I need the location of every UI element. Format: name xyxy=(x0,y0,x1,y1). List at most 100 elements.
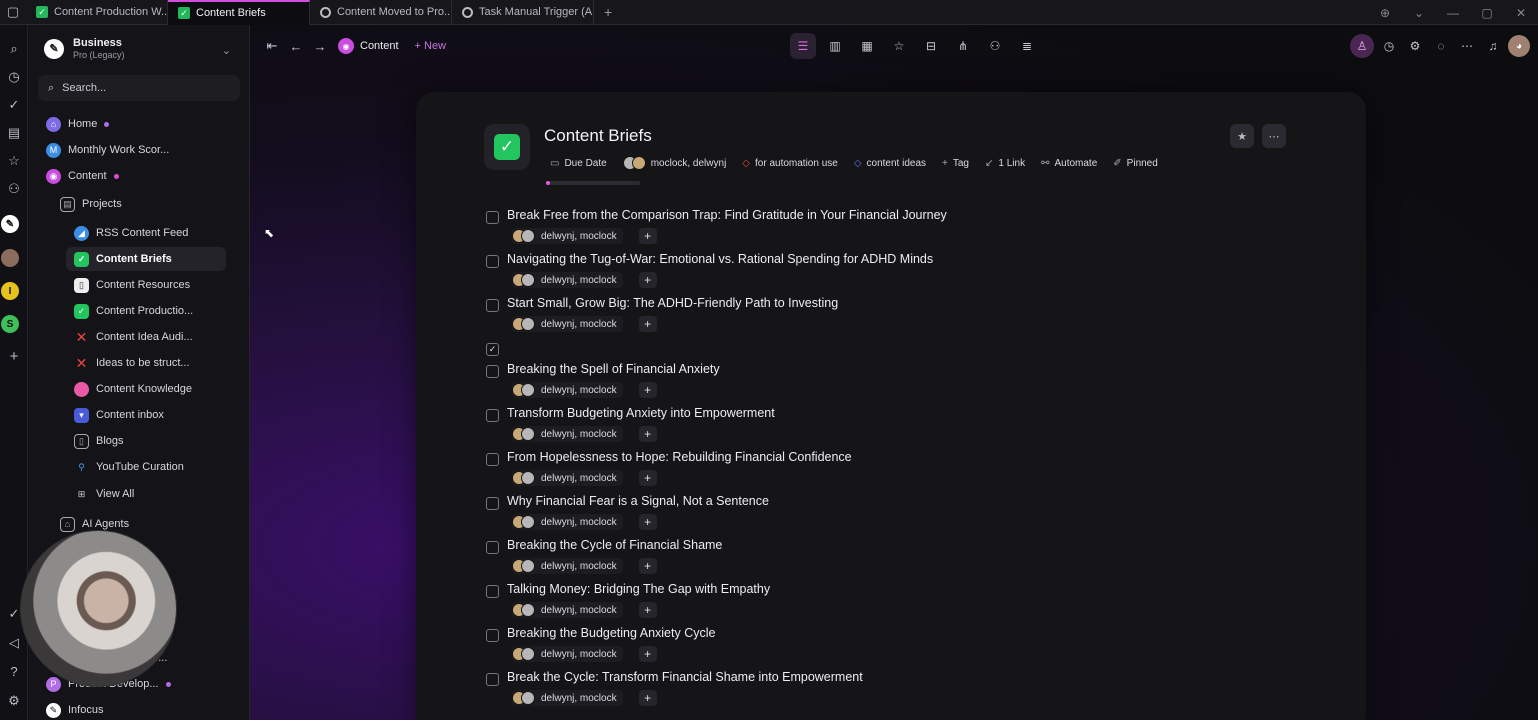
task-assignees[interactable]: delwynj, moclock + xyxy=(512,228,657,244)
task-title[interactable]: Navigating the Tug-of-War: Emotional vs.… xyxy=(507,252,933,266)
task-checkbox[interactable] xyxy=(486,585,499,598)
sidebar-item-content-resources[interactable]: ▯ Content Resources xyxy=(66,273,254,297)
sidebar-item-content-briefs[interactable]: ✓ Content Briefs xyxy=(66,247,226,271)
add-assignee-button[interactable]: + xyxy=(638,272,657,288)
breadcrumb[interactable]: ◉ Content + New xyxy=(338,38,446,54)
people-icon[interactable]: ⚇ xyxy=(0,181,28,197)
history-icon[interactable]: ◷ xyxy=(1378,33,1400,59)
bell-icon[interactable]: ♫ xyxy=(1482,33,1504,59)
sidebar-item-monthly-work[interactable]: M Monthly Work Scor... xyxy=(38,138,226,162)
maximize-button[interactable]: ▢ xyxy=(1470,6,1504,20)
sidebar-item-ideas-to-structure[interactable]: ✕ Ideas to be struct... xyxy=(66,351,254,375)
back-arrow-icon[interactable]: ← xyxy=(286,25,306,67)
assignee-chip[interactable]: delwynj, moclock xyxy=(512,690,623,706)
more-icon[interactable]: ⋯ xyxy=(1456,33,1478,59)
sidebar-item-blogs[interactable]: ▯ Blogs xyxy=(66,429,254,453)
new-tab-button[interactable]: + xyxy=(594,4,622,20)
chat-icon[interactable]: ◌ xyxy=(1430,33,1452,59)
task-assignees[interactable]: delwynj, moclock + xyxy=(512,316,657,332)
task-assignees[interactable]: delwynj, moclock + xyxy=(512,514,657,530)
assignee-chip[interactable]: delwynj, moclock xyxy=(512,272,623,288)
add-tag-button[interactable]: + Tag xyxy=(936,153,975,173)
link-prop[interactable]: ↙ 1 Link xyxy=(979,153,1031,173)
sidebar-item-content-inbox[interactable]: ▾ Content inbox xyxy=(66,403,254,427)
task-checkbox[interactable] xyxy=(486,629,499,642)
add-assignee-button[interactable]: + xyxy=(638,470,657,486)
workspace-switcher[interactable]: ✎ Business Pro (Legacy) xyxy=(44,37,125,60)
task-title[interactable]: Breaking the Cycle of Financial Shame xyxy=(507,538,722,552)
sidebar-item-content-knowledge[interactable]: Content Knowledge xyxy=(66,377,254,401)
search-icon[interactable]: ⌕ xyxy=(0,41,28,57)
chevron-down-icon[interactable]: ⌄ xyxy=(222,44,231,57)
task-checkbox[interactable] xyxy=(486,453,499,466)
task-checkbox[interactable] xyxy=(486,211,499,224)
board-view-icon[interactable]: ▥ xyxy=(822,33,848,59)
task-assignees[interactable]: delwynj, moclock + xyxy=(512,382,657,398)
announce-icon[interactable]: ◁ xyxy=(0,635,28,651)
more-icon[interactable]: ⋯ xyxy=(1262,124,1286,148)
gantt-icon[interactable]: ≣ xyxy=(1014,33,1040,59)
tag-content-ideas[interactable]: ◇ content ideas xyxy=(848,153,932,173)
task-title[interactable]: From Hopelessness to Hope: Rebuilding Fi… xyxy=(507,450,852,464)
task-checkbox[interactable] xyxy=(486,365,499,378)
task-assignees[interactable]: delwynj, moclock + xyxy=(512,272,657,288)
star-icon[interactable]: ☆ xyxy=(0,153,28,169)
task-assignees[interactable]: delwynj, moclock + xyxy=(512,690,657,706)
add-assignee-button[interactable]: + xyxy=(638,690,657,706)
collapse-sidebar-icon[interactable]: ⇤ xyxy=(262,25,282,67)
check-circle-icon[interactable]: ✓ xyxy=(0,97,28,113)
avatar[interactable]: ◕ xyxy=(1508,35,1530,57)
user-icon[interactable]: ♙ xyxy=(1350,34,1374,58)
task-title[interactable]: Why Financial Fear is a Signal, Not a Se… xyxy=(507,494,769,508)
task-title[interactable]: Break Free from the Comparison Trap: Fin… xyxy=(507,208,947,222)
team-icon[interactable]: ⚇ xyxy=(982,33,1008,59)
sidebar-item-content-idea-audit[interactable]: ✕ Content Idea Audi... xyxy=(66,325,254,349)
list-view-icon[interactable]: ☰ xyxy=(790,33,816,59)
star-icon[interactable]: ★ xyxy=(1230,124,1254,148)
page-icon-button[interactable]: ✓ xyxy=(484,124,530,170)
sidebar-item-infocus[interactable]: ✎ Infocus xyxy=(38,698,226,720)
due-date-prop[interactable]: ▭ Due Date xyxy=(544,153,613,173)
assignee-chip[interactable]: delwynj, moclock xyxy=(512,382,623,398)
task-title[interactable]: Breaking the Spell of Financial Anxiety xyxy=(507,362,720,376)
tab-content-moved[interactable]: Content Moved to Pro... xyxy=(310,0,452,25)
task-assignees[interactable]: delwynj, moclock + xyxy=(512,558,657,574)
task-checkbox[interactable]: ✓ xyxy=(486,343,499,356)
assignee-chip[interactable]: delwynj, moclock xyxy=(512,426,623,442)
assignee-chip[interactable]: delwynj, moclock xyxy=(512,558,623,574)
task-title[interactable]: Talking Money: Bridging The Gap with Emp… xyxy=(507,582,770,596)
sidebar-search[interactable]: ⌕ xyxy=(38,75,240,101)
table-view-icon[interactable]: ⊟ xyxy=(918,33,944,59)
download-icon[interactable]: ⊕ xyxy=(1368,6,1402,20)
task-checkbox[interactable] xyxy=(486,255,499,268)
task-checkbox[interactable] xyxy=(486,541,499,554)
task-checkbox[interactable] xyxy=(486,299,499,312)
sidebar-item-content-production[interactable]: ✓ Content Productio... xyxy=(66,299,254,323)
task-checkbox[interactable] xyxy=(486,409,499,422)
tab-content-briefs[interactable]: ✓ Content Briefs xyxy=(168,0,310,25)
workspace-business-icon[interactable]: ✎ xyxy=(1,215,19,233)
assignee-chip[interactable]: delwynj, moclock xyxy=(512,602,623,618)
add-assignee-button[interactable]: + xyxy=(638,558,657,574)
calendar-view-icon[interactable]: ▦ xyxy=(854,33,880,59)
task-title[interactable]: Transform Budgeting Anxiety into Empower… xyxy=(507,406,775,420)
new-button[interactable]: + New xyxy=(415,40,447,52)
task-assignees[interactable]: delwynj, moclock + xyxy=(512,646,657,662)
assignee-chip[interactable]: delwynj, moclock xyxy=(512,470,623,486)
help-icon[interactable]: ? xyxy=(0,664,28,679)
sidebar-item-projects[interactable]: ▤ Projects xyxy=(52,192,240,216)
automate-button[interactable]: ⚯ Automate xyxy=(1035,153,1103,173)
star-icon[interactable]: ☆ xyxy=(886,33,912,59)
sidebar-item-rss[interactable]: ◢ RSS Content Feed xyxy=(66,221,254,245)
minimize-button[interactable]: — xyxy=(1436,6,1470,20)
pinned-button[interactable]: ✐ Pinned xyxy=(1107,153,1164,173)
chevron-down-icon[interactable]: ⌄ xyxy=(1402,6,1436,20)
task-title[interactable]: Start Small, Grow Big: The ADHD-Friendly… xyxy=(507,296,838,310)
assignee-chip[interactable]: delwynj, moclock xyxy=(512,228,623,244)
sidebar-item-content[interactable]: ◉ Content xyxy=(38,164,226,188)
task-assignees[interactable]: delwynj, moclock + xyxy=(512,426,657,442)
add-assignee-button[interactable]: + xyxy=(638,426,657,442)
assignee-chip[interactable]: delwynj, moclock xyxy=(512,646,623,662)
task-assignees[interactable]: delwynj, moclock + xyxy=(512,602,657,618)
task-assignees[interactable]: delwynj, moclock + xyxy=(512,470,657,486)
